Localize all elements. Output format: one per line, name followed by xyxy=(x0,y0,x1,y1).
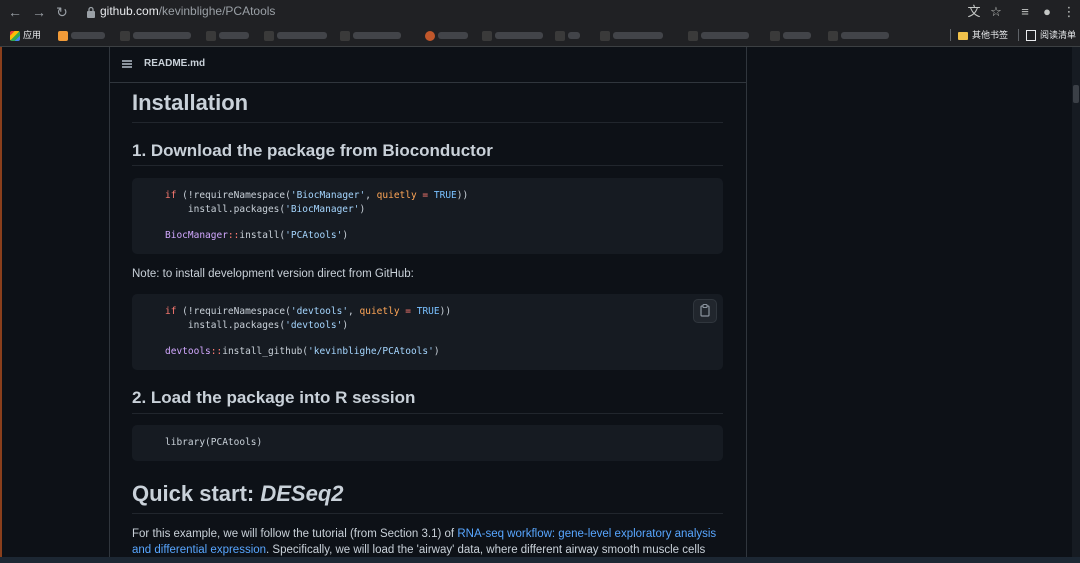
apps-bookmark[interactable]: 应用 xyxy=(10,28,41,42)
url-text: github.com/kevinblighe/PCAtools xyxy=(100,4,275,18)
quickstart-emphasis: DESeq2 xyxy=(260,481,344,506)
os-taskbar xyxy=(0,557,1080,563)
back-button[interactable]: ← xyxy=(6,3,24,21)
url-domain: github.com xyxy=(100,4,159,18)
code-block-github[interactable]: if (!requireNamespace('devtools', quietl… xyxy=(132,294,723,370)
folder-icon xyxy=(958,31,968,40)
favicon-icon xyxy=(600,30,610,41)
page-viewport: README.md Installation 1. Download the p… xyxy=(0,47,1080,557)
blurred-label xyxy=(701,32,749,40)
favicon-icon xyxy=(555,30,565,41)
blurred-label xyxy=(841,32,889,40)
reading-list-icon xyxy=(1026,30,1036,42)
list-icon[interactable] xyxy=(122,60,132,68)
quickstart-paragraph: For this example, we will follow the tut… xyxy=(132,528,717,556)
code-line: library(PCAtools) xyxy=(165,437,263,448)
readme-header: README.md xyxy=(110,47,746,83)
blurred-label xyxy=(438,32,468,40)
blurred-label xyxy=(219,32,249,40)
blurred-label xyxy=(568,32,580,40)
favicon-icon xyxy=(425,30,435,41)
scroll-thumb[interactable] xyxy=(1073,85,1079,103)
quickstart-title: Quick start: xyxy=(132,481,261,506)
reload-button[interactable]: ↻ xyxy=(53,3,71,21)
profile-icon[interactable]: ● xyxy=(1038,3,1056,21)
scrollbar[interactable] xyxy=(1072,47,1080,557)
code-line: if (!requireNamespace('devtools', quietl… xyxy=(165,306,452,317)
favicon-icon xyxy=(120,30,130,41)
copy-button[interactable] xyxy=(693,299,717,323)
bookmarks-bar: 应用 其他书签 阅读清单 xyxy=(0,24,1080,47)
code-block-library[interactable]: library(PCAtools) xyxy=(132,425,723,461)
favicon-icon xyxy=(482,30,492,41)
other-bookmarks-label: 其他书签 xyxy=(972,30,1009,40)
bookmark-6[interactable] xyxy=(425,28,468,42)
bookmark-separator xyxy=(1018,29,1019,41)
bookmark-4[interactable] xyxy=(264,28,327,42)
bookmark-8[interactable] xyxy=(555,28,580,42)
favicon-icon xyxy=(770,30,780,41)
readme-filename: README.md xyxy=(144,58,206,69)
clipboard-icon xyxy=(700,303,710,317)
bookmark-12[interactable] xyxy=(828,28,889,42)
bookmark-7[interactable] xyxy=(482,28,543,42)
menu-icon[interactable]: ⋮ xyxy=(1060,3,1078,21)
code-line: devtools::install_github('kevinblighe/PC… xyxy=(165,346,440,357)
heading-rule xyxy=(132,122,723,123)
blurred-label xyxy=(71,32,105,40)
other-bookmarks[interactable]: 其他书签 xyxy=(958,28,1008,42)
translate-icon[interactable]: 文 xyxy=(965,3,983,21)
code-block-bioconductor[interactable]: if (!requireNamespace('BiocManager', qui… xyxy=(132,178,723,254)
bookmark-3[interactable] xyxy=(206,28,249,42)
favicon-icon xyxy=(688,30,698,41)
bookmark-5[interactable] xyxy=(340,28,401,42)
reading-list-icon[interactable]: ≡ xyxy=(1016,3,1034,21)
favicon-icon xyxy=(264,30,274,41)
code-line: install.packages('BiocManager') xyxy=(165,204,366,215)
favicon-icon xyxy=(340,30,350,41)
step2-heading: 2. Load the package into R session xyxy=(132,388,416,407)
edge-strip xyxy=(0,47,2,557)
blurred-label xyxy=(277,32,327,40)
lock-icon xyxy=(87,6,95,18)
code-line: BiocManager::install('PCAtools') xyxy=(165,230,349,241)
installation-heading: Installation xyxy=(132,90,249,115)
star-icon[interactable]: ☆ xyxy=(987,3,1005,21)
apps-label: 应用 xyxy=(23,30,42,40)
address-bar[interactable]: github.com/kevinblighe/PCAtools xyxy=(78,3,918,21)
bookmark-9[interactable] xyxy=(600,28,663,42)
forward-button[interactable]: → xyxy=(30,3,48,21)
step1-heading: 1. Download the package from Bioconducto… xyxy=(132,141,493,160)
blurred-label xyxy=(353,32,401,40)
heading-rule xyxy=(132,165,723,166)
readme-container: README.md Installation 1. Download the p… xyxy=(109,47,747,557)
reading-list[interactable]: 阅读清单 xyxy=(1026,28,1076,42)
blurred-label xyxy=(613,32,663,40)
bookmark-10[interactable] xyxy=(688,28,749,42)
code-line: install.packages('devtools') xyxy=(165,320,349,331)
reading-list-label: 阅读清单 xyxy=(1040,30,1077,40)
browser-toolbar: ← → ↻ github.com/kevinblighe/PCAtools 文 … xyxy=(0,0,1080,24)
url-path: /kevinblighe/PCAtools xyxy=(158,4,276,18)
blurred-label xyxy=(133,32,191,40)
favicon-icon xyxy=(58,30,68,41)
heading-rule xyxy=(132,413,723,414)
bookmark-2[interactable] xyxy=(120,28,191,42)
bookmark-1[interactable] xyxy=(58,28,105,42)
quickstart-heading: Quick start: DESeq2 xyxy=(132,481,723,507)
blurred-label xyxy=(495,32,543,40)
blurred-label xyxy=(783,32,811,40)
bookmark-11[interactable] xyxy=(770,28,811,42)
heading-rule xyxy=(132,513,723,514)
favicon-icon xyxy=(206,30,216,41)
note-text: Note: to install development version dir… xyxy=(132,268,414,280)
favicon-icon xyxy=(828,30,838,41)
apps-grid-icon xyxy=(10,30,20,41)
bookmark-separator xyxy=(950,29,951,41)
code-line: if (!requireNamespace('BiocManager', qui… xyxy=(165,190,469,201)
